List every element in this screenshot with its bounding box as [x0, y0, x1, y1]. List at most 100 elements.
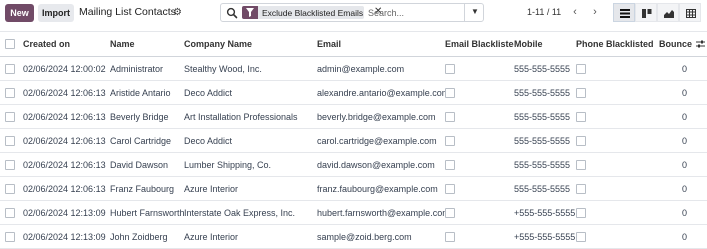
- row-select-checkbox-cell[interactable]: [0, 153, 23, 177]
- graph-view-button[interactable]: [657, 3, 679, 22]
- cell-email-blacklisted[interactable]: [445, 225, 514, 249]
- row-select-checkbox[interactable]: [5, 135, 15, 146]
- boolean-checkbox[interactable]: [445, 111, 455, 122]
- column-header-email-blacklisted[interactable]: Email Blacklisted: [445, 32, 514, 57]
- boolean-checkbox[interactable]: [445, 231, 455, 242]
- select-all-checkbox[interactable]: [5, 39, 15, 50]
- table-row[interactable]: 02/06/2024 12:00:02 Administrator Stealthy…: [0, 57, 707, 81]
- row-select-checkbox-cell[interactable]: [0, 57, 23, 81]
- cell-bounce: 0: [681, 111, 687, 122]
- cell-phone-blacklisted[interactable]: [576, 129, 659, 153]
- table-row[interactable]: 02/06/2024 12:13:09 John Zoidberg Azure In…: [0, 225, 707, 249]
- cell-company-name: Lumber Shipping, Co.: [184, 159, 272, 170]
- column-header-bounce[interactable]: Bounce: [659, 32, 707, 57]
- select-all-checkbox-cell[interactable]: [0, 32, 23, 57]
- cell-name: Franz Faubourg: [110, 183, 175, 194]
- boolean-checkbox[interactable]: [445, 63, 455, 74]
- kanban-view-button[interactable]: [635, 3, 657, 22]
- table-row[interactable]: 02/06/2024 12:06:13 David Dawson Lumber Sh…: [0, 153, 707, 177]
- row-select-checkbox[interactable]: [5, 63, 15, 74]
- row-select-checkbox[interactable]: [5, 207, 15, 218]
- boolean-checkbox[interactable]: [576, 231, 586, 242]
- row-select-checkbox-cell[interactable]: [0, 177, 23, 201]
- chevron-right-icon[interactable]: ›: [586, 4, 604, 22]
- cell-email-blacklisted[interactable]: [445, 201, 514, 225]
- row-select-checkbox-cell[interactable]: [0, 105, 23, 129]
- boolean-checkbox[interactable]: [445, 159, 455, 170]
- column-header-phone-blacklisted[interactable]: Phone Blacklisted: [576, 32, 659, 57]
- cell-email: alexandre.antario@example.com: [317, 87, 445, 98]
- cell-phone-blacklisted[interactable]: [576, 57, 659, 81]
- table-row[interactable]: 02/06/2024 12:06:13 Carol Cartridge Deco A…: [0, 129, 707, 153]
- cell-email-blacklisted[interactable]: [445, 57, 514, 81]
- column-header-mobile[interactable]: Mobile: [514, 32, 576, 57]
- cell-phone-blacklisted[interactable]: [576, 81, 659, 105]
- cell-bounce: 0: [681, 63, 687, 74]
- column-header-bounce-label[interactable]: Bounce: [659, 39, 692, 49]
- cell-email: admin@example.com: [317, 63, 405, 74]
- search-options-toggle[interactable]: ▼: [464, 4, 485, 21]
- cell-email-blacklisted[interactable]: [445, 81, 514, 105]
- pager-value[interactable]: 1-11 / 11: [527, 7, 561, 17]
- boolean-checkbox[interactable]: [576, 111, 586, 122]
- pivot-icon: [686, 9, 696, 18]
- cell-phone-blacklisted[interactable]: [576, 153, 659, 177]
- row-select-checkbox[interactable]: [5, 231, 15, 242]
- cell-email-blacklisted[interactable]: [445, 129, 514, 153]
- search-bar: Exclude Blacklisted Emails ✕ ▼: [220, 3, 484, 22]
- row-select-checkbox[interactable]: [5, 159, 15, 170]
- boolean-checkbox[interactable]: [576, 159, 586, 170]
- facet-label: Exclude Blacklisted Emails: [262, 8, 364, 18]
- row-select-checkbox[interactable]: [5, 87, 15, 98]
- column-header-created-on[interactable]: Created on: [23, 32, 110, 57]
- cell-email: carol.cartridge@example.com: [317, 135, 437, 146]
- row-select-checkbox[interactable]: [5, 183, 15, 194]
- cell-mobile: 555-555-5555: [514, 111, 571, 122]
- sliders-icon[interactable]: [696, 40, 705, 48]
- import-button[interactable]: Import: [38, 4, 74, 22]
- cell-bounce: 0: [681, 135, 687, 146]
- boolean-checkbox[interactable]: [576, 63, 586, 74]
- cell-email-blacklisted[interactable]: [445, 153, 514, 177]
- cell-email-blacklisted[interactable]: [445, 105, 514, 129]
- list-view-button[interactable]: [613, 3, 635, 22]
- column-header-name[interactable]: Name: [110, 32, 184, 57]
- column-header-email[interactable]: Email: [317, 32, 445, 57]
- column-header-company-name[interactable]: Company Name: [184, 32, 317, 57]
- cell-email-blacklisted[interactable]: [445, 177, 514, 201]
- cell-company-name: Azure Interior: [184, 183, 239, 194]
- cell-phone-blacklisted[interactable]: [576, 201, 659, 225]
- boolean-checkbox[interactable]: [576, 87, 586, 98]
- table-row[interactable]: 02/06/2024 12:06:13 Beverly Bridge Art Ins…: [0, 105, 707, 129]
- boolean-checkbox[interactable]: [576, 135, 586, 146]
- row-select-checkbox-cell[interactable]: [0, 201, 23, 225]
- boolean-checkbox[interactable]: [445, 87, 455, 98]
- boolean-checkbox[interactable]: [576, 207, 586, 218]
- boolean-checkbox[interactable]: [445, 183, 455, 194]
- boolean-checkbox[interactable]: [576, 183, 586, 194]
- cell-email: sample@zoid.berg.com: [317, 231, 412, 242]
- cell-created-on: 02/06/2024 12:06:13: [23, 159, 106, 170]
- cell-phone-blacklisted[interactable]: [576, 105, 659, 129]
- row-select-checkbox-cell[interactable]: [0, 225, 23, 249]
- page-title: Mailing List Contacts: [79, 6, 176, 18]
- cell-bounce: 0: [681, 231, 687, 242]
- row-select-checkbox-cell[interactable]: [0, 81, 23, 105]
- chevron-left-icon[interactable]: ‹: [566, 4, 584, 22]
- gear-icon[interactable]: ⚙: [173, 7, 182, 18]
- cell-phone-blacklisted[interactable]: [576, 225, 659, 249]
- cell-company-name: Deco Addict: [184, 135, 233, 146]
- table-row[interactable]: 02/06/2024 12:06:13 Franz Faubourg Azure I…: [0, 177, 707, 201]
- search-input[interactable]: [368, 7, 463, 19]
- boolean-checkbox[interactable]: [445, 207, 455, 218]
- cell-name: John Zoidberg: [110, 231, 168, 242]
- table-row[interactable]: 02/06/2024 12:13:09 Hubert Farnsworth Inte…: [0, 201, 707, 225]
- table-row[interactable]: 02/06/2024 12:06:13 Aristide Antario Deco …: [0, 81, 707, 105]
- new-button[interactable]: New: [5, 4, 34, 22]
- row-select-checkbox-cell[interactable]: [0, 129, 23, 153]
- row-select-checkbox[interactable]: [5, 111, 15, 122]
- cell-phone-blacklisted[interactable]: [576, 177, 659, 201]
- pivot-view-button[interactable]: [679, 3, 701, 22]
- cell-name: Aristide Antario: [110, 87, 171, 98]
- boolean-checkbox[interactable]: [445, 135, 455, 146]
